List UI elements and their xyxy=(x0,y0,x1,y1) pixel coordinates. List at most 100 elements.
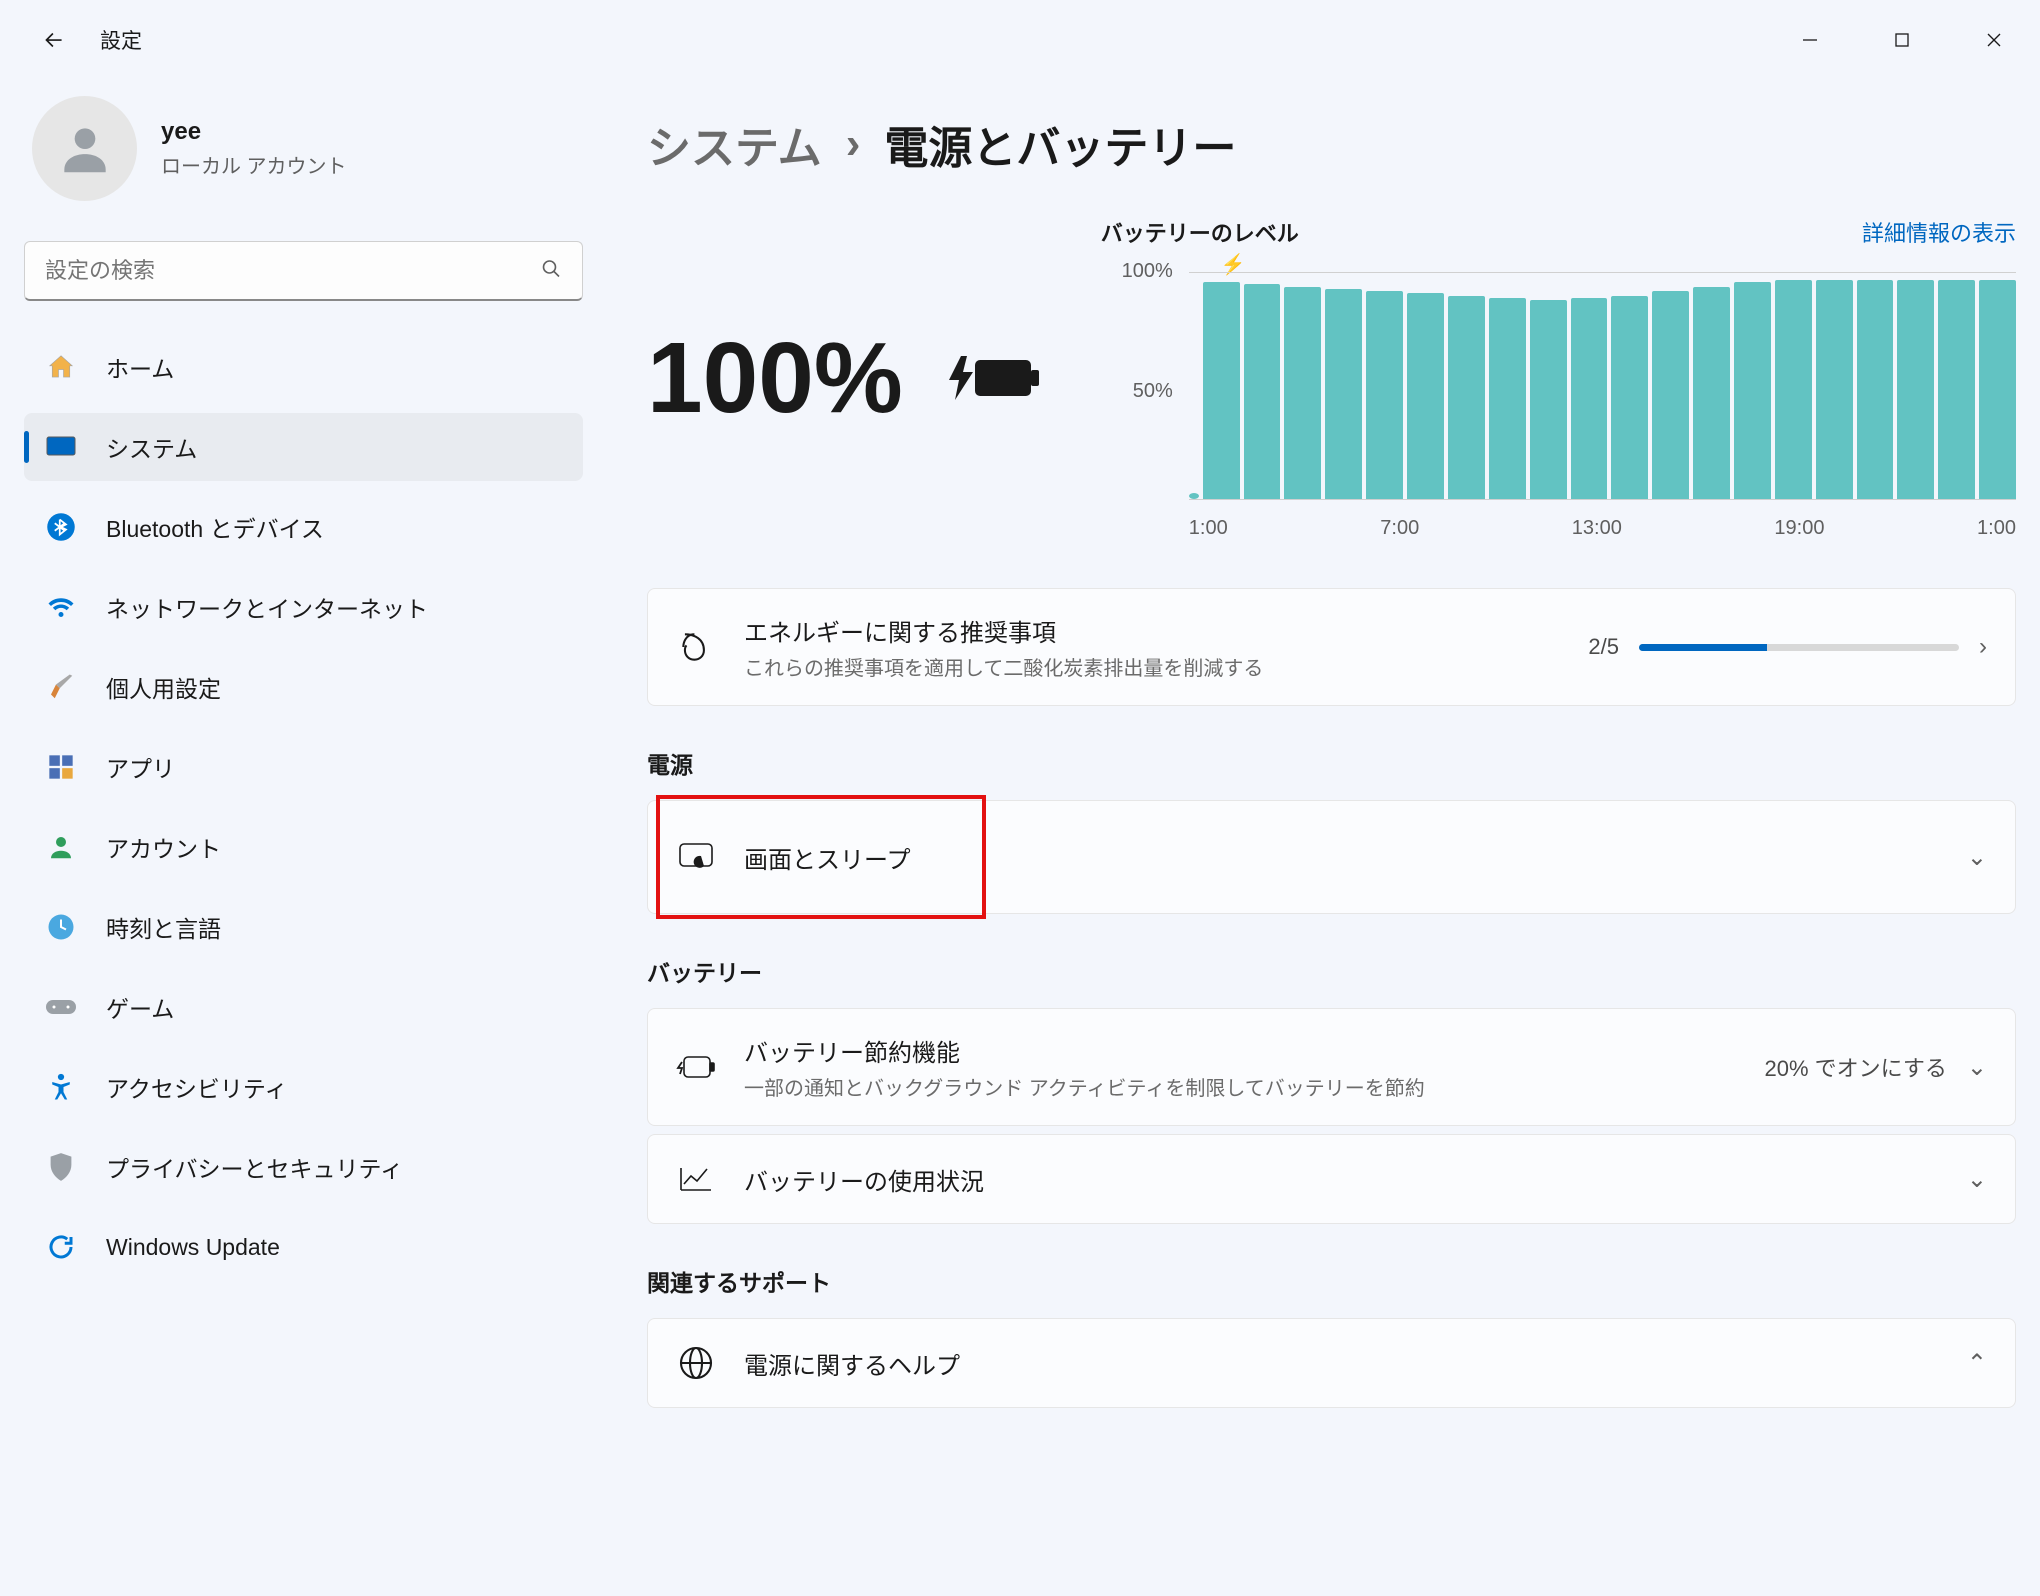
clock-globe-icon xyxy=(44,910,78,944)
sidebar-item-label: アカウント xyxy=(106,830,221,864)
card-title: 画面とスリープ xyxy=(744,840,1939,875)
card-title: エネルギーに関する推奨事項 xyxy=(744,613,1560,648)
sidebar-item-personalization[interactable]: 個人用設定 xyxy=(24,653,583,721)
energy-recommendations-card[interactable]: エネルギーに関する推奨事項 これらの推奨事項を適用して二酸化炭素排出量を削減する… xyxy=(647,588,2016,706)
wifi-icon xyxy=(44,590,78,624)
chart-bar xyxy=(1244,284,1281,499)
section-power: 電源 xyxy=(647,746,2016,780)
chart-bar xyxy=(1897,280,1934,499)
breadcrumb: システム › 電源とバッテリー xyxy=(647,112,2016,176)
battery-saver-icon xyxy=(676,1047,716,1087)
close-icon xyxy=(1984,30,2004,50)
chart-bar xyxy=(1857,280,1894,499)
chart-bar xyxy=(1734,282,1771,499)
profile-subtitle: ローカル アカウント xyxy=(161,150,347,179)
bluetooth-icon xyxy=(44,510,78,544)
search-icon xyxy=(539,257,563,286)
sidebar-item-time-language[interactable]: 時刻と言語 xyxy=(24,893,583,961)
display-icon xyxy=(44,430,78,464)
y-label-100: 100% xyxy=(1101,260,1173,283)
card-subtitle: 一部の通知とバックグラウンド アクティビティを制限してバッテリーを節約 xyxy=(744,1072,1737,1101)
card-subtitle: これらの推奨事項を適用して二酸化炭素排出量を削減する xyxy=(744,652,1560,681)
x-label: 13:00 xyxy=(1572,517,1622,540)
maximize-icon xyxy=(1893,31,1911,49)
section-battery: バッテリー xyxy=(647,954,2016,988)
energy-ratio: 2/5 xyxy=(1588,634,1619,660)
chart-bar xyxy=(1775,280,1812,499)
sidebar-item-label: Bluetooth とデバイス xyxy=(106,510,324,544)
chart-bar xyxy=(1979,280,2016,499)
sidebar-item-apps[interactable]: アプリ xyxy=(24,733,583,801)
accessibility-icon xyxy=(44,1070,78,1104)
chart-bar xyxy=(1530,300,1567,499)
screen-sleep-card[interactable]: 画面とスリープ ⌄ xyxy=(647,800,2016,914)
card-title: バッテリー節約機能 xyxy=(744,1033,1737,1068)
minimize-button[interactable] xyxy=(1764,10,1856,70)
sidebar-item-system[interactable]: システム xyxy=(24,413,583,481)
close-button[interactable] xyxy=(1948,10,2040,70)
paintbrush-icon xyxy=(44,670,78,704)
page-title: 電源とバッテリー xyxy=(884,112,1236,176)
apps-icon xyxy=(44,750,78,784)
sidebar-item-label: ゲーム xyxy=(106,990,174,1024)
chart-bars xyxy=(1189,272,2016,500)
sidebar-item-label: 時刻と言語 xyxy=(106,910,221,944)
profile-name: yee xyxy=(161,118,347,146)
power-help-card[interactable]: 電源に関するヘルプ ⌃ xyxy=(647,1318,2016,1408)
sidebar-item-label: 個人用設定 xyxy=(106,670,221,704)
sidebar-item-accounts[interactable]: アカウント xyxy=(24,813,583,881)
battery-percent-value: 100% xyxy=(647,321,903,436)
arrow-left-icon xyxy=(41,27,67,53)
chart-bar xyxy=(1407,293,1444,499)
sidebar-item-accessibility[interactable]: アクセシビリティ xyxy=(24,1053,583,1121)
screen-sleep-icon xyxy=(676,837,716,877)
sidebar-item-label: システム xyxy=(106,430,197,464)
sidebar-item-gaming[interactable]: ゲーム xyxy=(24,973,583,1041)
maximize-button[interactable] xyxy=(1856,10,1948,70)
battery-saver-threshold: 20% でオンにする xyxy=(1765,1051,1947,1083)
search-input[interactable] xyxy=(24,241,583,301)
chevron-down-icon: ⌄ xyxy=(1967,1165,1987,1194)
chart-bar xyxy=(1189,493,1199,499)
update-icon xyxy=(44,1230,78,1264)
sidebar-item-windows-update[interactable]: Windows Update xyxy=(24,1213,583,1281)
card-title: 電源に関するヘルプ xyxy=(744,1346,1939,1381)
x-label: 1:00 xyxy=(1977,517,2016,540)
chart-line-icon xyxy=(676,1159,716,1199)
sidebar-item-bluetooth[interactable]: Bluetooth とデバイス xyxy=(24,493,583,561)
x-label: 19:00 xyxy=(1774,517,1824,540)
chart-title: バッテリーのレベル xyxy=(1101,216,1299,248)
section-support: 関連するサポート xyxy=(647,1264,2016,1298)
chevron-up-icon: ⌃ xyxy=(1967,1349,1987,1378)
sidebar-item-label: アプリ xyxy=(106,750,175,784)
chart-bar xyxy=(1693,287,1730,499)
sidebar-item-privacy[interactable]: プライバシーとセキュリティ xyxy=(24,1133,583,1201)
home-icon xyxy=(44,350,78,384)
chart-bar xyxy=(1448,296,1485,499)
back-button[interactable] xyxy=(24,10,84,70)
titlebar: 設定 xyxy=(0,0,2040,80)
window-controls xyxy=(1764,10,2040,70)
avatar xyxy=(32,96,137,201)
sidebar-item-network[interactable]: ネットワークとインターネット xyxy=(24,573,583,641)
x-label: 7:00 xyxy=(1380,517,1419,540)
sidebar-item-home[interactable]: ホーム xyxy=(24,333,583,401)
leaf-icon xyxy=(676,627,716,667)
battery-usage-card[interactable]: バッテリーの使用状況 ⌄ xyxy=(647,1134,2016,1224)
chart-bar xyxy=(1571,298,1608,499)
chevron-down-icon: ⌄ xyxy=(1967,843,1987,872)
main-content: システム › 電源とバッテリー 100% バッテリーのレベル 詳細情報の表示 xyxy=(607,80,2016,1416)
chart-bar xyxy=(1325,289,1362,499)
sidebar-item-label: アクセシビリティ xyxy=(106,1070,287,1104)
sidebar-item-label: プライバシーとセキュリティ xyxy=(106,1150,403,1184)
breadcrumb-parent[interactable]: システム xyxy=(647,112,822,176)
battery-saver-card[interactable]: バッテリー節約機能 一部の通知とバックグラウンド アクティビティを制限してバッテ… xyxy=(647,1008,2016,1126)
gamepad-icon xyxy=(44,990,78,1024)
chevron-right-icon: › xyxy=(1979,633,1987,661)
sidebar: yee ローカル アカウント ホーム システム Bluetooth とデバイス … xyxy=(24,80,607,1416)
chart-bar xyxy=(1284,287,1321,499)
chart-details-link[interactable]: 詳細情報の表示 xyxy=(1862,216,2016,248)
globe-icon xyxy=(676,1343,716,1383)
y-label-50: 50% xyxy=(1101,380,1173,403)
profile[interactable]: yee ローカル アカウント xyxy=(24,80,583,241)
